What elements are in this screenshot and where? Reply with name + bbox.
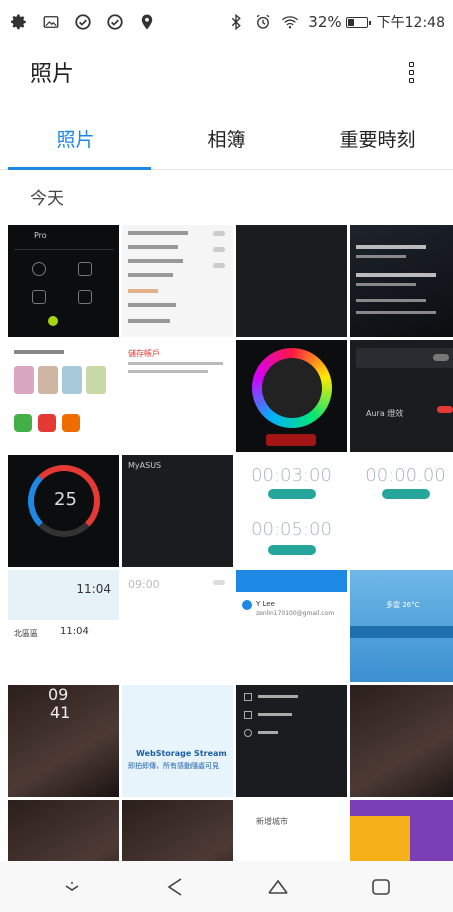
check-circle-icon — [106, 13, 124, 31]
photo-thumbnail[interactable]: 多雲 26°C — [350, 570, 453, 682]
bluetooth-icon — [227, 13, 245, 31]
tab-bar: 照片 相簿 重要時刻 — [0, 108, 453, 170]
photo-thumbnail[interactable]: 00:00.00 — [350, 455, 453, 567]
status-time: 下午12:48 — [376, 15, 445, 31]
photo-thumbnail[interactable]: 00:03:00 00:05:00 — [236, 455, 347, 567]
location-pin-icon — [138, 13, 156, 31]
photo-thumbnail[interactable]: 09 41 — [8, 685, 119, 797]
photo-thumbnail[interactable]: Y Lee zenlin170100@gmail.com — [236, 570, 347, 682]
tab-moments[interactable]: 重要時刻 — [302, 108, 453, 169]
photo-thumbnail[interactable]: Aura 燈效 — [350, 340, 453, 452]
navigation-bar — [0, 861, 453, 912]
image-icon — [42, 13, 60, 31]
down-chevron-icon[interactable] — [52, 867, 92, 907]
photo-thumbnail[interactable] — [122, 800, 233, 861]
photo-thumbnail[interactable]: 11:04 北區區 11:04 — [8, 570, 119, 682]
battery-percent: 32% — [308, 13, 342, 31]
photo-thumbnail[interactable] — [236, 225, 347, 337]
photo-thumbnail[interactable] — [236, 685, 347, 797]
photo-thumbnail[interactable]: Pro — [8, 225, 119, 337]
check-circle-icon — [74, 13, 92, 31]
photo-thumbnail[interactable] — [8, 340, 119, 452]
alarm-icon — [254, 13, 272, 31]
photo-thumbnail[interactable] — [350, 225, 453, 337]
page-title: 照片 — [30, 62, 75, 87]
battery-icon — [345, 16, 371, 28]
photo-thumbnail[interactable]: MyASUS — [122, 455, 233, 567]
photo-thumbnail[interactable] — [350, 800, 453, 861]
settings-gear-icon — [10, 13, 28, 31]
tab-photos[interactable]: 照片 — [0, 108, 151, 170]
section-header-today: 今天 — [30, 189, 64, 209]
battery-indicator: 32% — [308, 13, 371, 31]
photo-grid: Pro 儲存帳戶 Aura 燈效 25 MyASUS 00:03:00 00:0… — [8, 225, 453, 861]
photo-thumbnail[interactable] — [350, 685, 453, 797]
photo-thumbnail[interactable]: 新增城市 — [236, 800, 347, 861]
app-bar: 照片 — [0, 44, 453, 100]
overflow-menu-icon[interactable] — [399, 57, 423, 87]
tab-albums[interactable]: 相簿 — [151, 108, 302, 169]
status-bar: 32% 下午12:48 — [0, 0, 453, 44]
photo-thumbnail[interactable]: 09:00 — [122, 570, 233, 682]
wifi-icon — [281, 13, 299, 31]
back-triangle-icon[interactable] — [155, 867, 195, 907]
home-icon[interactable] — [258, 867, 298, 907]
photo-thumbnail[interactable] — [8, 800, 119, 861]
photo-thumbnail[interactable] — [122, 225, 233, 337]
photo-thumbnail[interactable]: WebStorage Stream 即拍即傳，所有感動隨處可見 — [122, 685, 233, 797]
photo-thumbnail[interactable]: 儲存帳戶 — [122, 340, 233, 452]
recents-icon[interactable] — [361, 867, 401, 907]
photo-thumbnail[interactable]: 25 — [8, 455, 119, 567]
photo-thumbnail[interactable] — [236, 340, 347, 452]
